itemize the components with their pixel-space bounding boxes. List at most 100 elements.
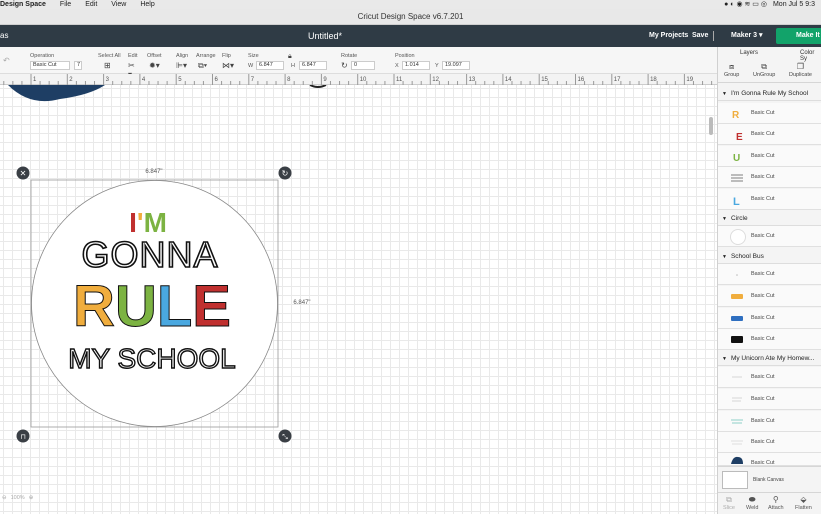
ruler-label: 6 (215, 77, 219, 83)
operation-select[interactable]: Basic Cut (30, 61, 70, 70)
ruler-label: 16 (578, 77, 585, 83)
zoom-level[interactable]: 100% (11, 495, 25, 501)
menu-view[interactable]: View (111, 0, 126, 9)
zoom-control: ⊖ 100% ⊕ (2, 492, 37, 503)
flatten-label: Flatten (795, 505, 812, 511)
ruler-label: 2 (69, 77, 73, 83)
blank-canvas-row[interactable]: Blank Canvas (718, 466, 821, 492)
rotate-icon: ↻ (341, 61, 348, 70)
ungroup-icon: ⧉ (761, 62, 768, 71)
zoom-out-icon[interactable]: ⊖ (2, 495, 7, 501)
flip-icon[interactable]: ⋈▾ (222, 61, 234, 70)
slice-button[interactable]: ⧉ Slice (723, 495, 735, 511)
ungroup-button[interactable]: ⧉ UnGroup (753, 62, 775, 78)
vertical-scrollbar[interactable] (709, 117, 713, 135)
tab-layers[interactable]: Layers (740, 50, 758, 56)
ruler-label: 7 (251, 77, 255, 83)
my-projects-link[interactable]: My Projects (649, 25, 688, 47)
duplicate-button[interactable]: ❐ Duplicate (789, 62, 812, 78)
layer-group-circle[interactable]: ▼ Circle (718, 212, 821, 226)
rotate-input[interactable]: 0 (351, 61, 375, 70)
ruler-label: 17 (614, 77, 621, 83)
position-label: Position (395, 53, 415, 59)
design-canvas[interactable]: I'M GONNA RULE MY SCHOOL ✕ ↻ ⊓ ⤡ 6.847" … (0, 85, 717, 514)
layer-label: Basic Cut (751, 153, 775, 159)
blank-canvas-swatch[interactable] (722, 471, 748, 489)
save-link[interactable]: Save (692, 25, 708, 47)
group-icon: ⧈ (729, 62, 735, 71)
ruler-label: 18 (650, 77, 657, 83)
layer-row[interactable]: L Basic Cut (718, 189, 821, 210)
layer-row[interactable]: Basic Cut (718, 389, 821, 410)
zoom-in-icon[interactable]: ⊕ (29, 495, 34, 501)
arrange-icon[interactable]: ⧉▾ (198, 61, 207, 70)
flip-label: Flip (222, 53, 231, 59)
layer-row[interactable]: Basic Cut (718, 226, 821, 247)
mac-menubar: Design Space File Edit View Help ● ◐ ◉ ≋… (0, 0, 821, 9)
width-input[interactable]: 6.847 (256, 61, 284, 70)
operation-number[interactable]: 7 (74, 61, 82, 70)
height-input[interactable]: 6.847 (299, 61, 327, 70)
group-name: My Unicorn Ate My Homew... (730, 355, 815, 362)
layer-row[interactable]: Basic Cut (718, 308, 821, 329)
layer-row[interactable]: Basic Cut (718, 264, 821, 285)
layer-row[interactable]: U Basic Cut (718, 146, 821, 167)
operation-label: Operation (30, 53, 55, 59)
menu-help[interactable]: Help (140, 0, 154, 9)
menu-edit[interactable]: Edit (85, 0, 97, 9)
edit-label: Edit (128, 53, 138, 59)
app-menu[interactable]: Design Space (0, 0, 46, 9)
layer-row[interactable]: R Basic Cut (718, 103, 821, 124)
attach-button[interactable]: ⚲ Attach (768, 495, 784, 511)
flatten-button[interactable]: ⬙ Flatten (795, 495, 812, 511)
layer-row[interactable]: Basic Cut (718, 367, 821, 388)
rotate-handle-icon: ↻ (282, 169, 289, 178)
lock-icon[interactable]: 🔒︎ (288, 52, 292, 61)
layer-row[interactable]: Basic Cut (718, 432, 821, 453)
group-button[interactable]: ⧈ Group (724, 62, 739, 78)
y-input[interactable]: 19.097 (442, 61, 470, 70)
layer-group-school-bus[interactable]: ▼ School Bus (718, 250, 821, 264)
layer-thumbnail (730, 437, 744, 448)
layer-row[interactable]: E Basic Cut (718, 124, 821, 145)
layer-thumbnail (730, 172, 744, 183)
layer-row[interactable]: Basic Cut (718, 411, 821, 432)
height-dimension: 6.847" (293, 300, 310, 306)
layer-row[interactable]: Basic Cut (718, 167, 821, 188)
ruler-label: 12 (432, 77, 439, 83)
offset-icon[interactable]: ✹▾ (149, 61, 160, 70)
layer-thumbnail: E (730, 129, 744, 143)
divider (713, 31, 714, 41)
select-all-label: Select All (98, 53, 121, 59)
ungroup-label: UnGroup (753, 72, 776, 78)
menu-file[interactable]: File (60, 0, 71, 9)
ruler-label: 9 (323, 77, 327, 83)
layer-group-unicorn[interactable]: ▼ My Unicorn Ate My Homew... (718, 352, 821, 366)
layer-label: Basic Cut (751, 131, 775, 137)
unicorn-artwork-fragment[interactable] (8, 85, 105, 102)
align-icon[interactable]: ⊫▾ (176, 61, 187, 70)
art-word-my-school: MY SCHOOL (68, 343, 236, 374)
machine-select[interactable]: Maker 3 ▾ (731, 25, 763, 47)
make-it-button[interactable]: Make It (776, 28, 821, 44)
select-all-icon[interactable]: ⊞ (104, 61, 111, 70)
layer-thumbnail (730, 291, 744, 302)
slice-icon: ⧉ (726, 495, 732, 504)
app-header: as Untitled* My Projects Save Maker 3 ▾ … (0, 25, 821, 47)
svg-text:U: U (733, 153, 740, 162)
x-input[interactable]: 1.014 (402, 61, 430, 70)
layer-row[interactable]: Basic Cut (718, 286, 821, 307)
bus-artwork-fragment[interactable] (309, 85, 327, 88)
weld-button[interactable]: ⬬ Weld (746, 495, 758, 511)
layer-label: Basic Cut (751, 396, 775, 402)
layer-group-rule-my-school[interactable]: ▼ I'm Gonna Rule My School (718, 87, 821, 101)
undo-icon[interactable]: ↶ (3, 56, 10, 65)
bottom-tools: ⧉ Slice ⬬ Weld ⚲ Attach ⬙ Flatten (718, 492, 821, 514)
svg-text:R: R (732, 110, 740, 119)
ruler-ticks: 1 2 3 4 5 6 7 8 9 10 11 12 13 14 15 16 17 18 19 (3, 74, 713, 85)
panel-tabs: Layers Color Sy (718, 47, 821, 62)
layer-thumbnail: L (730, 194, 744, 208)
layer-row[interactable]: Basic Cut (718, 453, 821, 466)
layer-row[interactable]: Basic Cut (718, 329, 821, 350)
width-dimension: 6.847" (145, 169, 162, 175)
